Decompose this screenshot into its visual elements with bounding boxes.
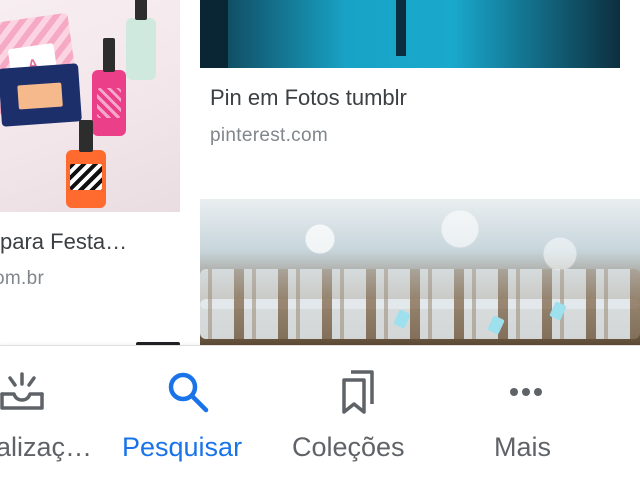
updates-tray-icon: [0, 372, 44, 410]
pink-bottle-decoration: [92, 38, 126, 136]
navy-tag-decoration: [0, 63, 82, 127]
nav-label-more: Mais: [494, 432, 552, 462]
result-card-left[interactable]: A para Festa… om.br: [0, 0, 194, 345]
bookmarks-icon: [342, 370, 374, 414]
result-thumbnail-left[interactable]: A: [0, 0, 180, 212]
nav-label-updates: alizaç…: [0, 432, 93, 462]
result-card-right-bottom[interactable]: [200, 199, 640, 345]
nav-item-collections[interactable]: Coleções: [286, 346, 430, 480]
nav-item-more[interactable]: Mais: [480, 346, 572, 480]
nav-item-search[interactable]: Pesquisar: [116, 346, 262, 480]
search-icon: [168, 372, 209, 413]
jar-row-decoration: [200, 299, 640, 339]
bottom-navigation: alizaç… Pesquisar Coleções Mais: [0, 345, 640, 480]
mint-bottle-decoration: [126, 0, 156, 80]
result-card-right-top[interactable]: Pin em Fotos tumblr pinterest.com: [200, 0, 640, 190]
result-thumbnail-right-top[interactable]: [200, 0, 620, 68]
result-source: om.br: [0, 268, 45, 289]
more-horizontal-icon: [510, 388, 542, 396]
nav-item-updates[interactable]: alizaç…: [0, 346, 108, 480]
nav-label-collections: Coleções: [292, 432, 405, 462]
orange-bottle-decoration: [66, 120, 106, 208]
result-title[interactable]: Pin em Fotos tumblr: [210, 85, 407, 111]
app-screen: A para Festa… om.br Pin em Fotos tumblr …: [0, 0, 640, 480]
result-source: pinterest.com: [210, 125, 328, 146]
nav-label-search: Pesquisar: [122, 432, 243, 462]
result-thumbnail-mason-jars[interactable]: [200, 199, 640, 345]
result-title[interactable]: para Festa…: [0, 229, 127, 255]
